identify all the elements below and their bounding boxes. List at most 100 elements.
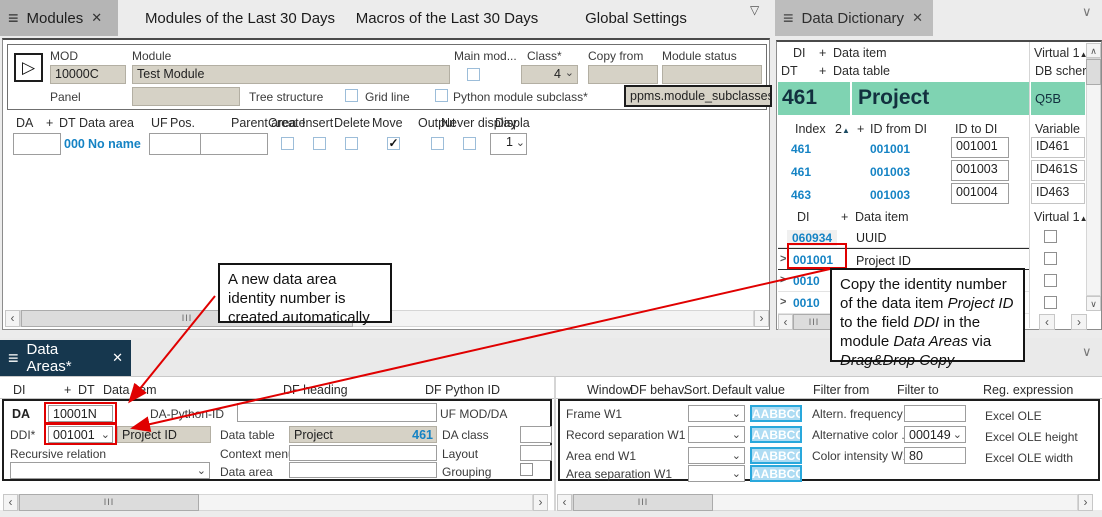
scroll-right-button[interactable]: › [1078,494,1093,511]
scroll-down-button[interactable]: ∨ [1086,296,1101,311]
db-schema-cell[interactable]: Q5B [1031,82,1085,115]
variable-cell[interactable]: ID461S [1031,160,1085,181]
scroll-left-button[interactable]: ‹ [557,494,572,511]
color-intensity-field[interactable]: 80 [904,447,966,464]
delete-checkbox[interactable] [345,137,358,150]
virtual-checkbox[interactable] [1044,252,1057,265]
dt-cell[interactable]: 000 [64,137,85,151]
tab-macros-last-30-days[interactable]: Macros of the Last 30 Days [354,0,540,36]
dd-plus[interactable]: + [819,46,826,60]
virtual-checkbox[interactable] [1044,274,1057,287]
index-cell[interactable]: 461 [791,142,811,156]
h-scrollbar-thumb[interactable]: III [19,494,199,511]
alternative-color-dropdown[interactable]: 000149 ⌄ [904,426,966,443]
module-field[interactable]: Test Module [132,65,450,84]
id-to-cell[interactable]: 001003 [951,160,1009,181]
close-icon[interactable]: ✕ [91,10,102,26]
col-plus[interactable]: + [46,116,53,130]
item-name-cell[interactable]: Project ID [856,254,911,268]
da-field[interactable]: 10001N [48,405,113,422]
hamburger-icon[interactable]: ≡ [8,348,19,369]
run-module-button[interactable]: ▷ [14,53,43,82]
create-checkbox[interactable] [281,137,294,150]
python-subclass-checkbox[interactable] [435,89,448,102]
collapse-bottom-icon[interactable]: ∨ [1082,344,1092,360]
grouping-checkbox[interactable] [520,463,533,476]
altern-frequency-field[interactable] [904,405,966,422]
main-mod-checkbox[interactable] [467,68,480,81]
hamburger-icon[interactable]: ≡ [783,8,794,29]
virtual-checkbox[interactable] [1044,230,1057,243]
table-id-cell[interactable]: 461 [778,82,850,115]
area-end-dropdown[interactable]: ⌄ [688,447,745,464]
dd-plus2[interactable]: + [819,64,826,78]
id-from-cell[interactable]: 001003 [870,165,910,179]
context-menu-field[interactable] [289,445,437,461]
id-to-cell[interactable]: 001004 [951,183,1009,204]
never-display-checkbox[interactable] [463,137,476,150]
item-di-cell[interactable]: 060934 [787,230,837,246]
daf-plus[interactable]: + [64,383,71,397]
move-checkbox[interactable]: ✓ [387,137,400,150]
idx-plus[interactable]: + [857,122,864,136]
item-di-cell[interactable]: 0010 [793,274,820,288]
record-separation-dropdown[interactable]: ⌄ [688,426,745,443]
h-scrollbar-thumb[interactable]: III [793,314,835,330]
tab-modules-last-30-days[interactable]: Modules of the Last 30 Days [126,0,354,36]
item-name-cell[interactable]: UUID [856,231,887,245]
id-from-cell[interactable]: 001001 [870,142,910,156]
output-checkbox[interactable] [431,137,444,150]
ddi-dropdown[interactable]: 001001 ⌄ [48,426,113,443]
parent-area-cell-input[interactable] [200,133,268,155]
panel-field[interactable] [132,87,240,106]
python-subclass-field[interactable]: ppms.module_subclasses.base_clas [624,85,772,107]
id-to-cell[interactable]: 001001 [951,137,1009,158]
index-cell[interactable]: 463 [791,188,811,202]
scroll-left-button[interactable]: ‹ [5,310,20,327]
area-end-color-badge[interactable]: AABBCC [750,447,802,464]
recursive-relation-dropdown[interactable]: ⌄ [10,462,210,479]
layout-field[interactable] [520,445,552,461]
tab-data-areas[interactable]: ≡ Data Areas* ✕ [0,340,131,376]
scroll-right-button[interactable]: › [1071,314,1087,330]
frame-w1-color-badge[interactable]: AABBCC [750,405,802,422]
da-python-id-field[interactable] [237,403,437,422]
class-dropdown[interactable]: 4 ⌄ [521,65,578,84]
insert-checkbox[interactable] [313,137,326,150]
tab-data-dictionary[interactable]: ≡ Data Dictionary ✕ [775,0,933,36]
close-icon[interactable]: ✕ [912,10,923,26]
variable-cell[interactable]: ID463 [1031,183,1085,204]
scroll-up-button[interactable]: ∧ [1086,43,1101,58]
copy-from-field[interactable] [588,65,658,84]
tab-list-icon[interactable]: ▽ [750,3,759,17]
tab-modules[interactable]: ≡ Modules ✕ [0,0,118,36]
record-separation-color-badge[interactable]: AABBCC [750,426,802,443]
variable-cell[interactable]: ID461 [1031,137,1085,158]
da-cell-input[interactable] [13,133,61,155]
v-scrollbar-thumb[interactable] [1086,59,1101,85]
da-class-field[interactable] [520,426,552,443]
id-from-cell[interactable]: 001003 [870,188,910,202]
scroll-right-button[interactable]: › [533,494,548,511]
h-scrollbar-thumb[interactable]: III [573,494,713,511]
index-cell[interactable]: 461 [791,165,811,179]
expand-icon[interactable]: > [780,274,786,286]
collapse-top-icon[interactable]: ∨ [1082,4,1092,20]
expand-icon[interactable]: > [780,253,786,265]
item-plus[interactable]: + [841,210,848,224]
area-separation-dropdown[interactable]: ⌄ [688,465,745,482]
data-area-field[interactable] [289,462,437,478]
item-di-cell[interactable]: 001001 [793,253,833,267]
scroll-left-button[interactable]: ‹ [1039,314,1055,330]
area-separation-color-badge[interactable]: AABBCC [750,465,802,482]
tab-global-settings[interactable]: Global Settings [566,0,706,36]
data-area-cell[interactable]: No name [88,137,141,151]
scroll-right-button[interactable]: › [754,310,769,327]
table-name-cell[interactable]: Project [852,82,1029,115]
virtual-checkbox[interactable] [1044,296,1057,309]
hamburger-icon[interactable]: ≡ [8,8,19,29]
scroll-left-button[interactable]: ‹ [778,314,793,330]
frame-w1-dropdown[interactable]: ⌄ [688,405,745,422]
idx-sort[interactable]: 2▲ [835,122,850,136]
expand-icon[interactable]: > [780,296,786,308]
